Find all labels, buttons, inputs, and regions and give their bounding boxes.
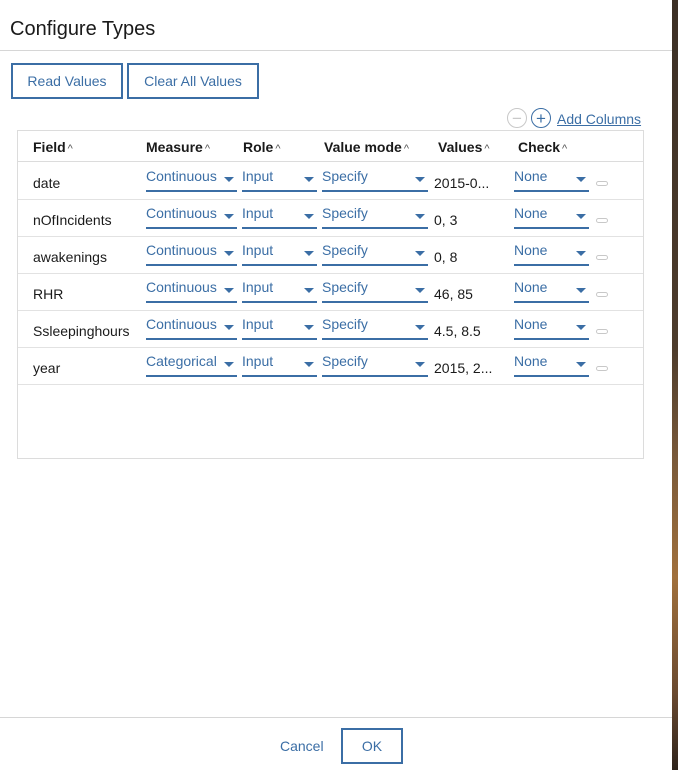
values-cell: 0, 3 bbox=[434, 212, 458, 228]
footer-divider bbox=[0, 717, 672, 718]
configure-types-dialog: Configure Types Read Values Clear All Va… bbox=[0, 0, 672, 770]
add-column-icon[interactable]: + bbox=[531, 108, 551, 128]
values-cell: 4.5, 8.5 bbox=[434, 323, 481, 339]
remove-row-icon[interactable] bbox=[596, 218, 608, 223]
clear-all-values-button[interactable]: Clear All Values bbox=[127, 63, 259, 99]
role-dropdown[interactable]: Input bbox=[242, 205, 317, 229]
remove-column-icon[interactable]: − bbox=[507, 108, 527, 128]
field-name: date bbox=[33, 175, 61, 191]
value-mode-dropdown[interactable]: Specify bbox=[322, 353, 428, 377]
header-role[interactable]: Role ^ bbox=[243, 139, 281, 155]
table-header: Field ^ Measure ^ Role ^ Value mode ^ Values… bbox=[18, 131, 643, 162]
table-row: nOfIncidents Continuous Input Specify 0,… bbox=[18, 200, 643, 237]
sort-caret-icon: ^ bbox=[562, 143, 568, 155]
chevron-down-icon bbox=[576, 214, 586, 219]
chevron-down-icon bbox=[304, 177, 314, 182]
table-row: date Continuous Input Specify 2015-0... … bbox=[18, 163, 643, 200]
chevron-down-icon bbox=[415, 362, 425, 367]
remove-row-icon[interactable] bbox=[596, 292, 608, 297]
header-measure[interactable]: Measure ^ bbox=[146, 139, 210, 155]
chevron-down-icon bbox=[415, 214, 425, 219]
ok-button[interactable]: OK bbox=[341, 728, 403, 764]
chevron-down-icon bbox=[415, 177, 425, 182]
add-columns-link[interactable]: Add Columns bbox=[557, 111, 641, 127]
chevron-down-icon bbox=[304, 362, 314, 367]
chevron-down-icon bbox=[304, 251, 314, 256]
check-dropdown[interactable]: None bbox=[514, 279, 589, 303]
value-mode-dropdown[interactable]: Specify bbox=[322, 168, 428, 192]
chevron-down-icon bbox=[576, 177, 586, 182]
chevron-down-icon bbox=[224, 251, 234, 256]
measure-dropdown[interactable]: Continuous bbox=[146, 242, 237, 266]
dialog-title: Configure Types bbox=[10, 18, 156, 40]
remove-row-icon[interactable] bbox=[596, 255, 608, 260]
values-cell: 2015-0... bbox=[434, 175, 490, 191]
measure-dropdown[interactable]: Categorical bbox=[146, 353, 237, 377]
chevron-down-icon bbox=[304, 214, 314, 219]
field-name: nOfIncidents bbox=[33, 212, 112, 228]
role-dropdown[interactable]: Input bbox=[242, 242, 317, 266]
chevron-down-icon bbox=[224, 177, 234, 182]
types-table: Field ^ Measure ^ Role ^ Value mode ^ Values… bbox=[17, 130, 644, 459]
sort-caret-icon: ^ bbox=[67, 143, 73, 155]
background-strip bbox=[672, 0, 678, 770]
check-dropdown[interactable]: None bbox=[514, 168, 589, 192]
cancel-button[interactable]: Cancel bbox=[280, 738, 324, 754]
chevron-down-icon bbox=[224, 362, 234, 367]
table-row: year Categorical Input Specify 2015, 2..… bbox=[18, 348, 643, 385]
chevron-down-icon bbox=[576, 251, 586, 256]
measure-dropdown[interactable]: Continuous bbox=[146, 168, 237, 192]
measure-dropdown[interactable]: Continuous bbox=[146, 279, 237, 303]
values-cell: 46, 85 bbox=[434, 286, 473, 302]
sort-caret-icon: ^ bbox=[275, 143, 281, 155]
sort-caret-icon: ^ bbox=[204, 143, 210, 155]
field-name: awakenings bbox=[33, 249, 107, 265]
value-mode-dropdown[interactable]: Specify bbox=[322, 205, 428, 229]
table-row: RHR Continuous Input Specify 46, 85 None bbox=[18, 274, 643, 311]
role-dropdown[interactable]: Input bbox=[242, 316, 317, 340]
remove-row-icon[interactable] bbox=[596, 329, 608, 334]
header-values[interactable]: Values ^ bbox=[438, 139, 490, 155]
header-field[interactable]: Field ^ bbox=[33, 139, 73, 155]
remove-row-icon[interactable] bbox=[596, 366, 608, 371]
chevron-down-icon bbox=[415, 251, 425, 256]
chevron-down-icon bbox=[576, 362, 586, 367]
read-values-button[interactable]: Read Values bbox=[11, 63, 123, 99]
chevron-down-icon bbox=[304, 288, 314, 293]
chevron-down-icon bbox=[415, 288, 425, 293]
table-row: awakenings Continuous Input Specify 0, 8… bbox=[18, 237, 643, 274]
measure-dropdown[interactable]: Continuous bbox=[146, 205, 237, 229]
chevron-down-icon bbox=[415, 325, 425, 330]
field-name: year bbox=[33, 360, 61, 376]
chevron-down-icon bbox=[224, 288, 234, 293]
role-dropdown[interactable]: Input bbox=[242, 279, 317, 303]
values-cell: 2015, 2... bbox=[434, 360, 493, 376]
chevron-down-icon bbox=[224, 325, 234, 330]
values-cell: 0, 8 bbox=[434, 249, 458, 265]
chevron-down-icon bbox=[576, 288, 586, 293]
sort-caret-icon: ^ bbox=[484, 143, 490, 155]
sort-caret-icon: ^ bbox=[403, 143, 409, 155]
header-check[interactable]: Check ^ bbox=[518, 139, 567, 155]
check-dropdown[interactable]: None bbox=[514, 353, 589, 377]
check-dropdown[interactable]: None bbox=[514, 242, 589, 266]
title-divider bbox=[0, 50, 672, 51]
check-dropdown[interactable]: None bbox=[514, 316, 589, 340]
chevron-down-icon bbox=[224, 214, 234, 219]
value-mode-dropdown[interactable]: Specify bbox=[322, 279, 428, 303]
chevron-down-icon bbox=[576, 325, 586, 330]
field-name: Ssleepinghours bbox=[33, 323, 130, 339]
role-dropdown[interactable]: Input bbox=[242, 353, 317, 377]
value-mode-dropdown[interactable]: Specify bbox=[322, 316, 428, 340]
remove-row-icon[interactable] bbox=[596, 181, 608, 186]
header-value-mode[interactable]: Value mode ^ bbox=[324, 139, 409, 155]
chevron-down-icon bbox=[304, 325, 314, 330]
table-row: Ssleepinghours Continuous Input Specify … bbox=[18, 311, 643, 348]
role-dropdown[interactable]: Input bbox=[242, 168, 317, 192]
field-name: RHR bbox=[33, 286, 64, 302]
value-mode-dropdown[interactable]: Specify bbox=[322, 242, 428, 266]
measure-dropdown[interactable]: Continuous bbox=[146, 316, 237, 340]
check-dropdown[interactable]: None bbox=[514, 205, 589, 229]
